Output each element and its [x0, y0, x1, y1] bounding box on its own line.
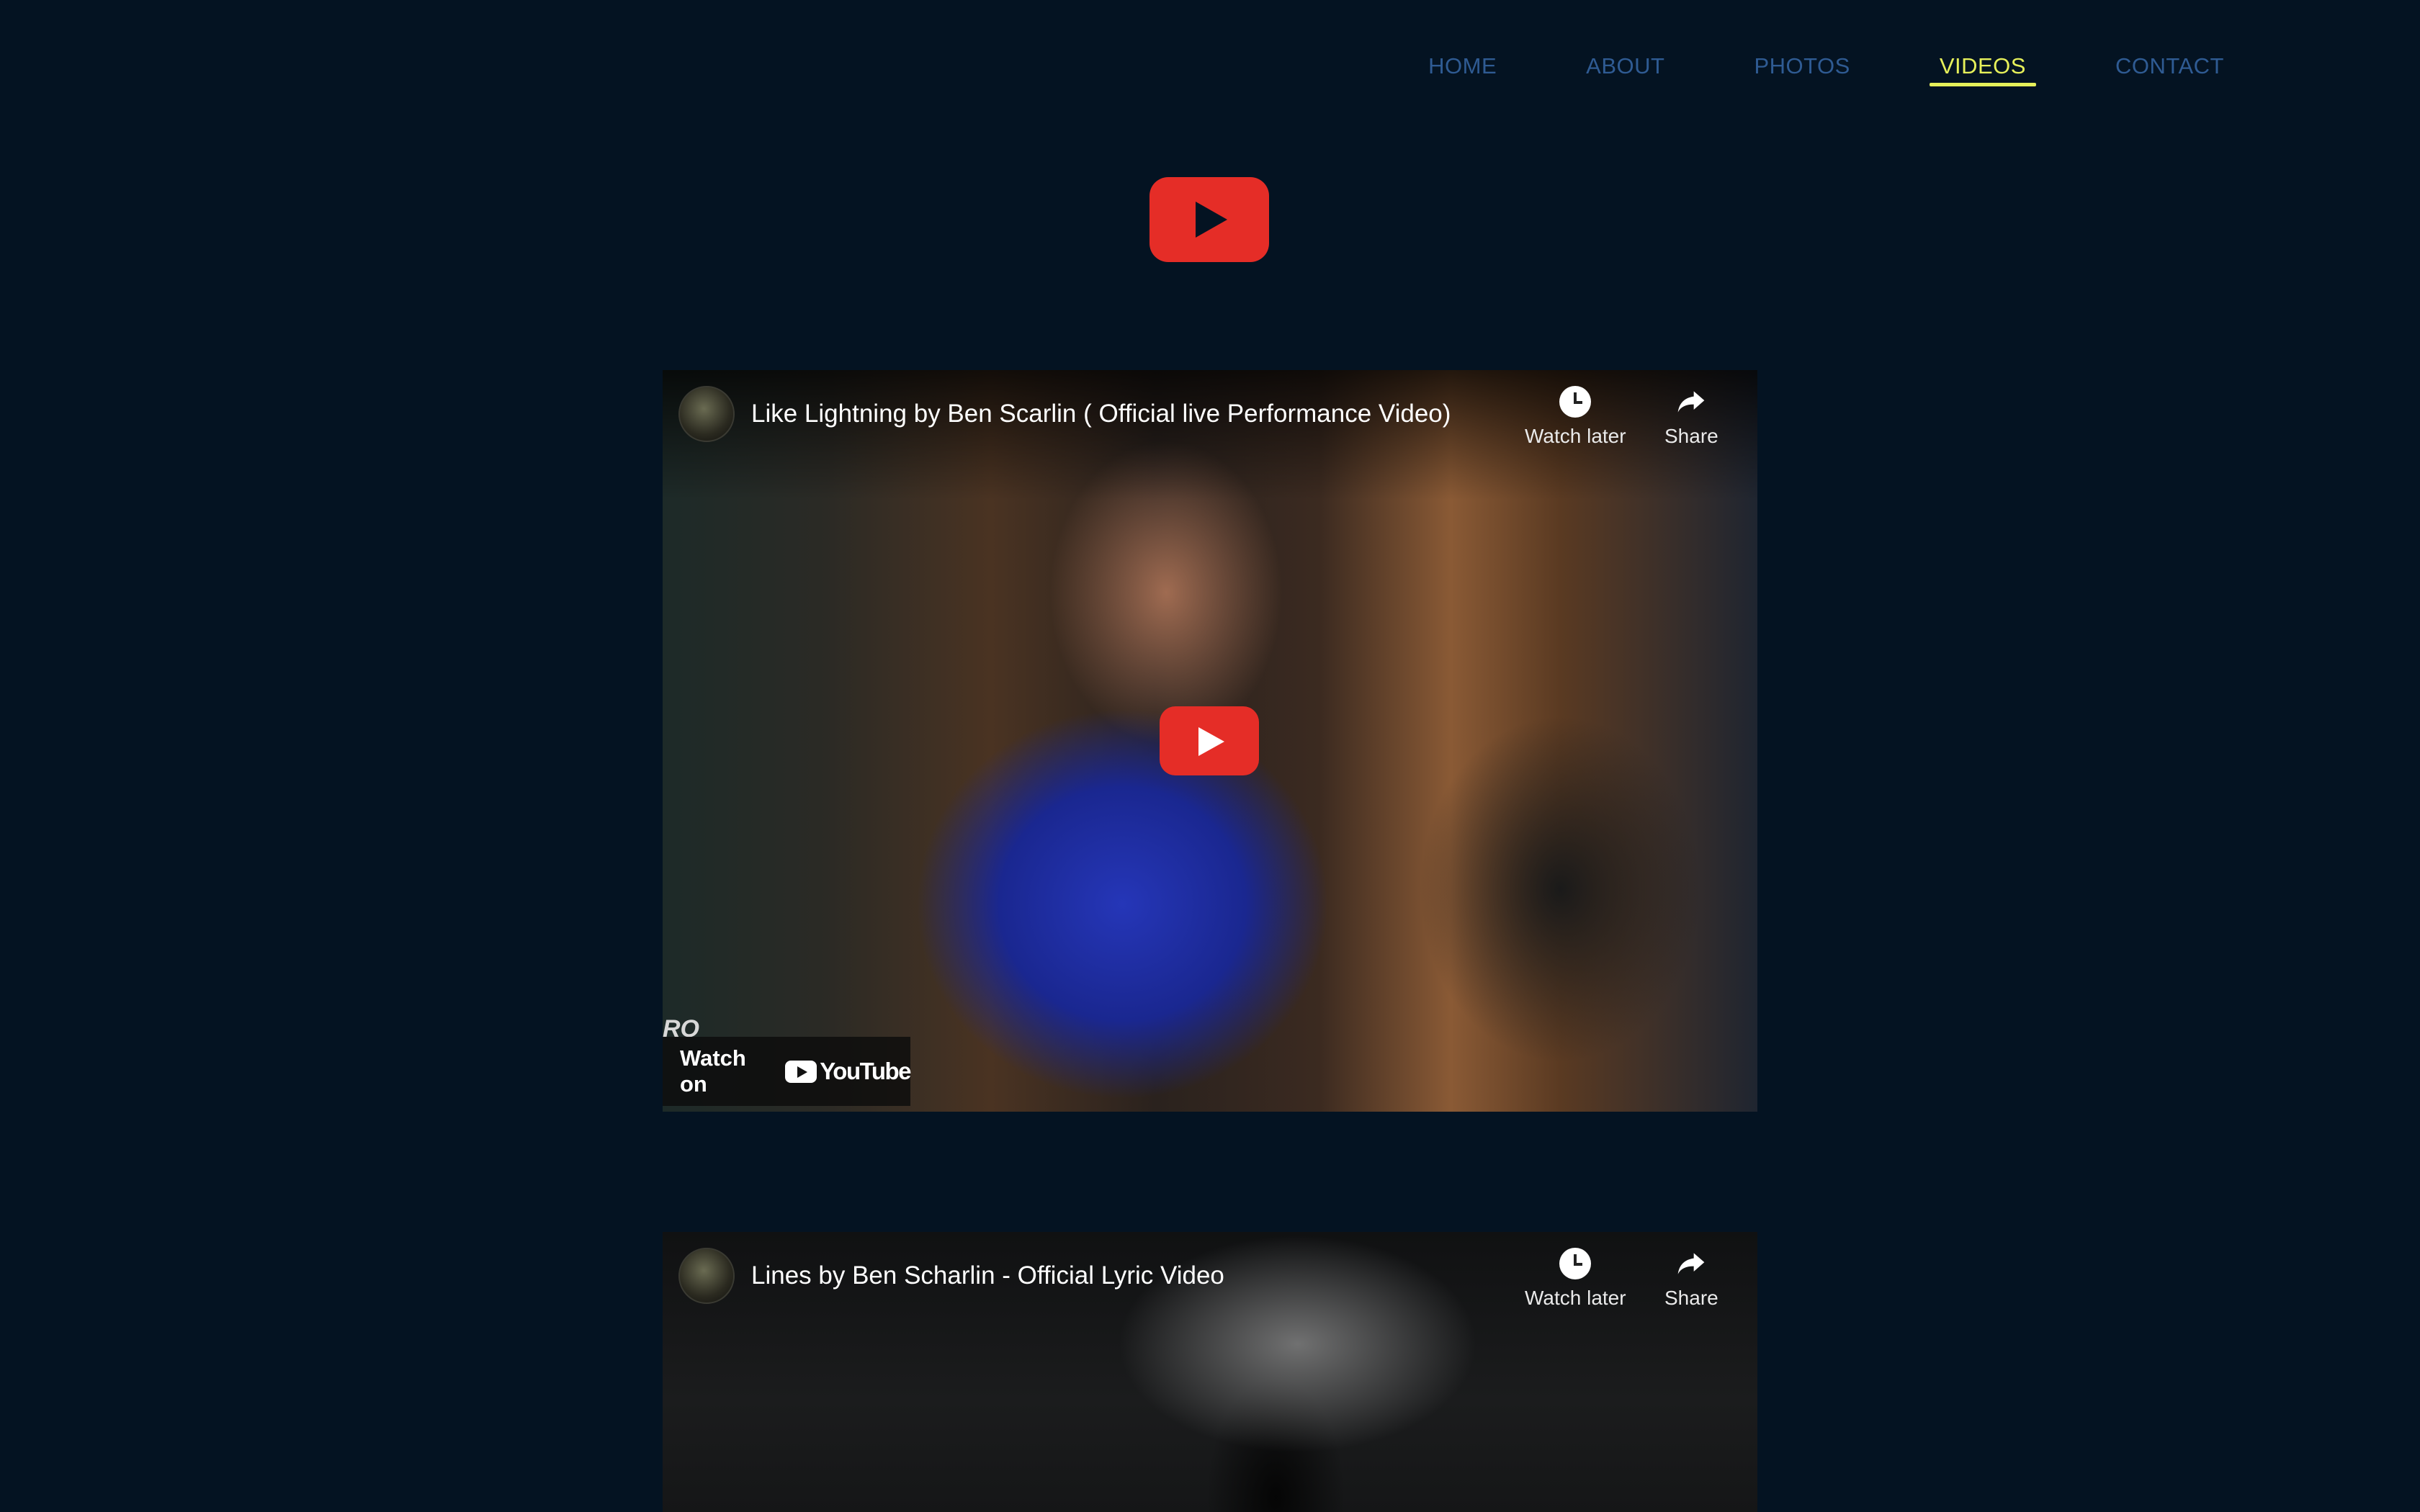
- watch-on-youtube-button[interactable]: Watch on YouTube: [663, 1037, 911, 1106]
- watch-on-label: Watch on: [680, 1045, 746, 1097]
- channel-avatar[interactable]: [678, 386, 735, 442]
- watch-later-button[interactable]: Watch later: [1525, 1248, 1626, 1310]
- youtube-wordmark: YouTube: [785, 1058, 911, 1085]
- play-button[interactable]: [1160, 706, 1259, 775]
- watch-later-label: Watch later: [1525, 425, 1626, 447]
- clock-icon: [1559, 386, 1592, 418]
- video-embed-1[interactable]: RO Like Lightning by Ben Scarlin ( Offic…: [663, 370, 1757, 1112]
- share-button[interactable]: Share: [1664, 386, 1718, 448]
- watch-later-label: Watch later: [1525, 1287, 1626, 1309]
- share-button[interactable]: Share: [1664, 1248, 1718, 1310]
- nav-photos[interactable]: PHOTOS: [1744, 53, 1860, 86]
- video-header: Like Lightning by Ben Scarlin ( Official…: [663, 370, 1757, 464]
- nav-videos[interactable]: VIDEOS: [1929, 53, 2037, 86]
- nav-contact[interactable]: CONTACT: [2105, 53, 2234, 86]
- youtube-mini-icon: [785, 1060, 817, 1083]
- channel-avatar[interactable]: [678, 1248, 735, 1304]
- share-label: Share: [1664, 1287, 1718, 1309]
- youtube-logo-icon: [1150, 177, 1269, 262]
- nav-home[interactable]: HOME: [1418, 53, 1507, 86]
- main-nav: HOME ABOUT PHOTOS VIDEOS CONTACT: [1418, 53, 2234, 86]
- share-icon: [1678, 391, 1705, 413]
- share-label: Share: [1664, 425, 1718, 447]
- share-icon: [1678, 1253, 1705, 1274]
- page: HOME ABOUT PHOTOS VIDEOS CONTACT RO Like…: [0, 0, 2420, 1512]
- youtube-wordmark-text: YouTube: [820, 1058, 911, 1084]
- nav-about[interactable]: ABOUT: [1576, 53, 1675, 86]
- video-embed-2[interactable]: Lines by Ben Scharlin - Official Lyric V…: [663, 1232, 1757, 1512]
- video-title[interactable]: Lines by Ben Scharlin - Official Lyric V…: [751, 1261, 1224, 1290]
- watch-later-button[interactable]: Watch later: [1525, 386, 1626, 448]
- video-title[interactable]: Like Lightning by Ben Scarlin ( Official…: [751, 400, 1451, 428]
- clock-icon: [1559, 1248, 1592, 1279]
- video-header: Lines by Ben Scharlin - Official Lyric V…: [663, 1232, 1757, 1326]
